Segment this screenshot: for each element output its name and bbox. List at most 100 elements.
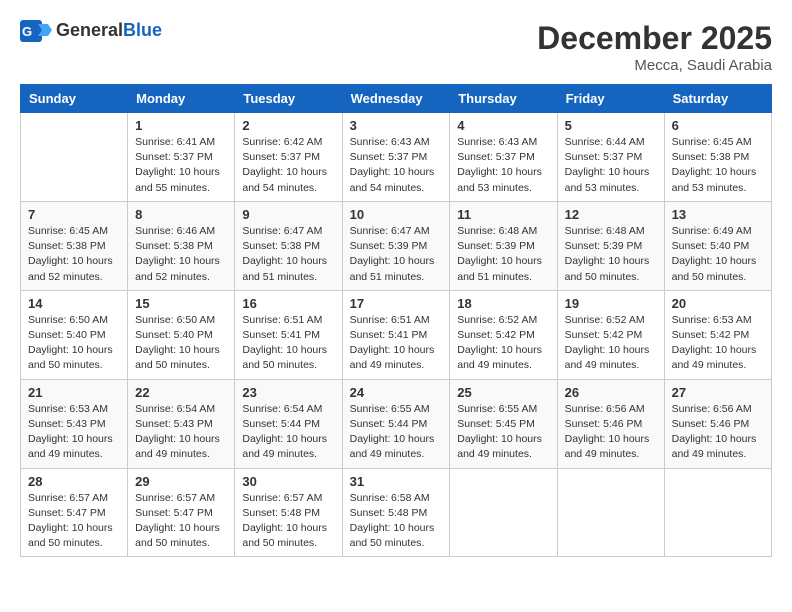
calendar-cell: 4Sunrise: 6:43 AMSunset: 5:37 PMDaylight… [450,113,557,202]
day-info: Sunrise: 6:43 AMSunset: 5:37 PMDaylight:… [350,135,443,196]
day-number: 29 [135,474,227,489]
calendar-cell: 12 Sunrise: 6:48 AMSunset: 5:39 PMDayligh… [557,201,664,290]
calendar-cell: 22Sunrise: 6:54 AMSunset: 5:43 PMDayligh… [128,379,235,468]
day-info: Sunrise: 6:54 AMSunset: 5:44 PMDaylight:… [242,402,334,463]
day-info: Sunrise: 6:56 AMSunset: 5:46 PMDaylight:… [672,402,764,463]
calendar-week-row: 28 Sunrise: 6:57 AMSunset: 5:47 PMDayligh… [21,468,772,557]
calendar-cell: 10Sunrise: 6:47 AMSunset: 5:39 PMDayligh… [342,201,450,290]
calendar-cell: 28 Sunrise: 6:57 AMSunset: 5:47 PMDayligh… [21,468,128,557]
svg-text:G: G [22,24,32,39]
calendar-cell: 29 Sunrise: 6:57 AMSunset: 5:47 PMDayligh… [128,468,235,557]
day-info: Sunrise: 6:46 AMSunset: 5:38 PMDaylight:… [135,224,227,285]
calendar-cell: 2 Sunrise: 6:42 AMSunset: 5:37 PMDaylight… [235,113,342,202]
day-number: 8 [135,207,227,222]
logo-general: General [56,20,123,40]
day-number: 20 [672,296,764,311]
day-info: Sunrise: 6:53 AMSunset: 5:43 PMDaylight:… [28,402,120,463]
calendar-cell [557,468,664,557]
day-number: 2 [242,118,334,133]
calendar-cell: 30Sunrise: 6:57 AMSunset: 5:48 PMDayligh… [235,468,342,557]
day-number: 25 [457,385,549,400]
calendar-cell: 21 Sunrise: 6:53 AMSunset: 5:43 PMDayligh… [21,379,128,468]
calendar-table: SundayMondayTuesdayWednesdayThursdayFrid… [20,84,772,557]
day-number: 17 [350,296,443,311]
day-number: 10 [350,207,443,222]
day-info: Sunrise: 6:48 AMSunset: 5:39 PMDaylight:… [457,224,549,285]
day-number: 31 [350,474,443,489]
day-number: 27 [672,385,764,400]
calendar-cell: 19 Sunrise: 6:52 AMSunset: 5:42 PMDayligh… [557,290,664,379]
day-number: 15 [135,296,227,311]
calendar-cell: 24 Sunrise: 6:55 AMSunset: 5:44 PMDayligh… [342,379,450,468]
day-number: 5 [565,118,657,133]
day-number: 11 [457,207,549,222]
day-info: Sunrise: 6:50 AMSunset: 5:40 PMDaylight:… [135,313,227,374]
calendar-week-row: 7 Sunrise: 6:45 AMSunset: 5:38 PMDaylight… [21,201,772,290]
day-info: Sunrise: 6:50 AMSunset: 5:40 PMDaylight:… [28,313,120,374]
day-info: Sunrise: 6:55 AMSunset: 5:44 PMDaylight:… [350,402,443,463]
calendar-week-row: 14 Sunrise: 6:50 AMSunset: 5:40 PMDayligh… [21,290,772,379]
weekday-header: Tuesday [235,85,342,113]
day-number: 3 [350,118,443,133]
day-number: 7 [28,207,120,222]
day-number: 23 [242,385,334,400]
logo-blue: Blue [123,20,162,40]
day-number: 12 [565,207,657,222]
day-info: Sunrise: 6:57 AMSunset: 5:47 PMDaylight:… [135,491,227,552]
location: Mecca, Saudi Arabia [537,57,772,74]
calendar-week-row: 1Sunrise: 6:41 AMSunset: 5:37 PMDaylight… [21,113,772,202]
day-number: 26 [565,385,657,400]
day-number: 19 [565,296,657,311]
calendar-cell: 23 Sunrise: 6:54 AMSunset: 5:44 PMDayligh… [235,379,342,468]
calendar-cell: 6 Sunrise: 6:45 AMSunset: 5:38 PMDaylight… [664,113,771,202]
calendar-cell: 5 Sunrise: 6:44 AMSunset: 5:37 PMDaylight… [557,113,664,202]
weekday-header: Friday [557,85,664,113]
day-number: 28 [28,474,120,489]
calendar-cell: 1Sunrise: 6:41 AMSunset: 5:37 PMDaylight… [128,113,235,202]
calendar-cell [664,468,771,557]
calendar-cell: 27 Sunrise: 6:56 AMSunset: 5:46 PMDayligh… [664,379,771,468]
day-info: Sunrise: 6:47 AMSunset: 5:38 PMDaylight:… [242,224,334,285]
calendar-header-row: SundayMondayTuesdayWednesdayThursdayFrid… [21,85,772,113]
calendar-cell: 20Sunrise: 6:53 AMSunset: 5:42 PMDayligh… [664,290,771,379]
day-number: 9 [242,207,334,222]
month-title: December 2025 [537,20,772,57]
weekday-header: Wednesday [342,85,450,113]
day-number: 24 [350,385,443,400]
weekday-header: Thursday [450,85,557,113]
day-info: Sunrise: 6:43 AMSunset: 5:37 PMDaylight:… [457,135,549,196]
day-info: Sunrise: 6:52 AMSunset: 5:42 PMDaylight:… [457,313,549,374]
calendar-cell: 15 Sunrise: 6:50 AMSunset: 5:40 PMDayligh… [128,290,235,379]
day-info: Sunrise: 6:57 AMSunset: 5:47 PMDaylight:… [28,491,120,552]
logo-icon: G [20,20,52,42]
page-header: G GeneralBlue December 2025 Mecca, Saudi… [20,20,772,74]
calendar-cell: 31 Sunrise: 6:58 AMSunset: 5:48 PMDayligh… [342,468,450,557]
day-info: Sunrise: 6:41 AMSunset: 5:37 PMDaylight:… [135,135,227,196]
day-info: Sunrise: 6:45 AMSunset: 5:38 PMDaylight:… [672,135,764,196]
day-number: 6 [672,118,764,133]
day-info: Sunrise: 6:51 AMSunset: 5:41 PMDaylight:… [350,313,443,374]
day-number: 13 [672,207,764,222]
day-info: Sunrise: 6:55 AMSunset: 5:45 PMDaylight:… [457,402,549,463]
calendar-cell: 18Sunrise: 6:52 AMSunset: 5:42 PMDayligh… [450,290,557,379]
day-info: Sunrise: 6:51 AMSunset: 5:41 PMDaylight:… [242,313,334,374]
calendar-cell [21,113,128,202]
day-number: 21 [28,385,120,400]
day-number: 22 [135,385,227,400]
day-info: Sunrise: 6:44 AMSunset: 5:37 PMDaylight:… [565,135,657,196]
day-number: 14 [28,296,120,311]
day-info: Sunrise: 6:49 AMSunset: 5:40 PMDaylight:… [672,224,764,285]
day-info: Sunrise: 6:48 AMSunset: 5:39 PMDaylight:… [565,224,657,285]
calendar-cell: 7 Sunrise: 6:45 AMSunset: 5:38 PMDaylight… [21,201,128,290]
calendar-cell: 14 Sunrise: 6:50 AMSunset: 5:40 PMDayligh… [21,290,128,379]
day-info: Sunrise: 6:52 AMSunset: 5:42 PMDaylight:… [565,313,657,374]
weekday-header: Monday [128,85,235,113]
day-info: Sunrise: 6:58 AMSunset: 5:48 PMDaylight:… [350,491,443,552]
calendar-cell: 17 Sunrise: 6:51 AMSunset: 5:41 PMDayligh… [342,290,450,379]
calendar-cell: 16Sunrise: 6:51 AMSunset: 5:41 PMDayligh… [235,290,342,379]
calendar-cell [450,468,557,557]
title-area: December 2025 Mecca, Saudi Arabia [537,20,772,74]
calendar-cell: 3 Sunrise: 6:43 AMSunset: 5:37 PMDaylight… [342,113,450,202]
day-info: Sunrise: 6:45 AMSunset: 5:38 PMDaylight:… [28,224,120,285]
day-info: Sunrise: 6:42 AMSunset: 5:37 PMDaylight:… [242,135,334,196]
